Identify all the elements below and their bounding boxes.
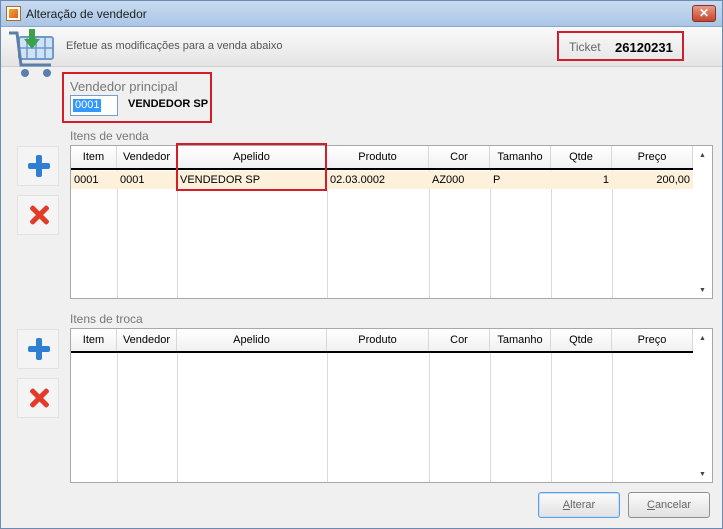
cell-vendedor: 0001 [120,174,145,186]
cell-cor: AZ000 [432,174,465,186]
ticket-value: 26120231 [615,40,673,55]
col-header-vendedor[interactable]: Vendedor [117,146,177,168]
exchange-grid-header: Item Vendedor Apelido Produto Cor Tamanh… [71,329,693,353]
col-header-preco[interactable]: Preço [612,146,693,168]
shopping-cart-icon [9,29,54,77]
sales-items-grid[interactable]: Item Vendedor Apelido Produto Cor Tamanh… [70,145,713,299]
ticket-label: Ticket [569,40,601,54]
col-header-preco[interactable]: Preço [612,329,693,351]
sales-grid-header: Item Vendedor Apelido Produto Cor Tamanh… [71,146,693,170]
delete-sale-item-button[interactable] [17,195,59,235]
col-header-item[interactable]: Item [71,146,117,168]
scroll-down-icon[interactable]: ▼ [699,287,706,294]
dialog-window: Alteração de vendedor ✕ Efetue as modifi… [0,0,723,529]
main-vendor-label: Vendedor principal [70,79,178,94]
scroll-up-icon[interactable]: ▲ [699,335,706,342]
header-band: Efetue as modificações para a venda abai… [1,27,722,77]
col-header-apelido[interactable]: Apelido [177,329,327,351]
ticket-box: Ticket 26120231 [557,31,684,61]
header-message: Efetue as modificações para a venda abai… [66,40,283,52]
col-header-tamanho[interactable]: Tamanho [490,146,551,168]
col-header-tamanho[interactable]: Tamanho [490,329,551,351]
main-vendor-group: Vendedor principal 0001 VENDEDOR SP [62,72,212,123]
add-icon [28,338,50,360]
main-vendor-code-value: 0001 [73,99,102,112]
col-header-produto[interactable]: Produto [327,329,429,351]
exchange-grid-scrollbar[interactable]: ▲ ▼ [693,329,712,482]
col-header-cor[interactable]: Cor [429,146,490,168]
col-header-produto[interactable]: Produto [327,146,429,168]
exchange-items-grid[interactable]: Item Vendedor Apelido Produto Cor Tamanh… [70,328,713,483]
table-row[interactable]: 0001 0001 VENDEDOR SP 02.03.0002 AZ000 P… [71,171,693,189]
col-header-qtde[interactable]: Qtde [551,146,612,168]
cancelar-button[interactable]: Cancelar [628,492,710,518]
delete-exchange-item-button[interactable] [17,378,59,418]
delete-icon [29,205,49,225]
cell-item: 0001 [74,174,99,186]
add-icon [28,155,50,177]
sales-items-label: Itens de venda [70,129,149,143]
window-title: Alteração de vendedor [26,7,147,21]
sales-grid-scrollbar[interactable]: ▲ ▼ [693,146,712,298]
col-header-qtde[interactable]: Qtde [551,329,612,351]
add-exchange-item-button[interactable] [17,329,59,369]
col-header-vendedor[interactable]: Vendedor [117,329,177,351]
scroll-up-icon[interactable]: ▲ [699,152,706,159]
main-vendor-code-input[interactable]: 0001 [70,95,118,116]
col-header-item[interactable]: Item [71,329,117,351]
delete-icon [29,388,49,408]
main-vendor-name: VENDEDOR SP [128,98,209,110]
title-bar[interactable]: Alteração de vendedor ✕ [1,1,722,27]
col-header-cor[interactable]: Cor [429,329,490,351]
exchange-items-label: Itens de troca [70,312,143,326]
apelido-highlight [176,143,327,191]
cell-qtde: 1 [602,174,609,186]
cell-preco: 200,00 [656,174,690,186]
cell-produto: 02.03.0002 [330,174,386,186]
add-sale-item-button[interactable] [17,146,59,186]
close-button[interactable]: ✕ [692,5,716,22]
scroll-down-icon[interactable]: ▼ [699,471,706,478]
cell-tamanho: P [493,174,501,186]
alterar-button[interactable]: Alterar [538,492,620,518]
app-icon [6,6,21,21]
